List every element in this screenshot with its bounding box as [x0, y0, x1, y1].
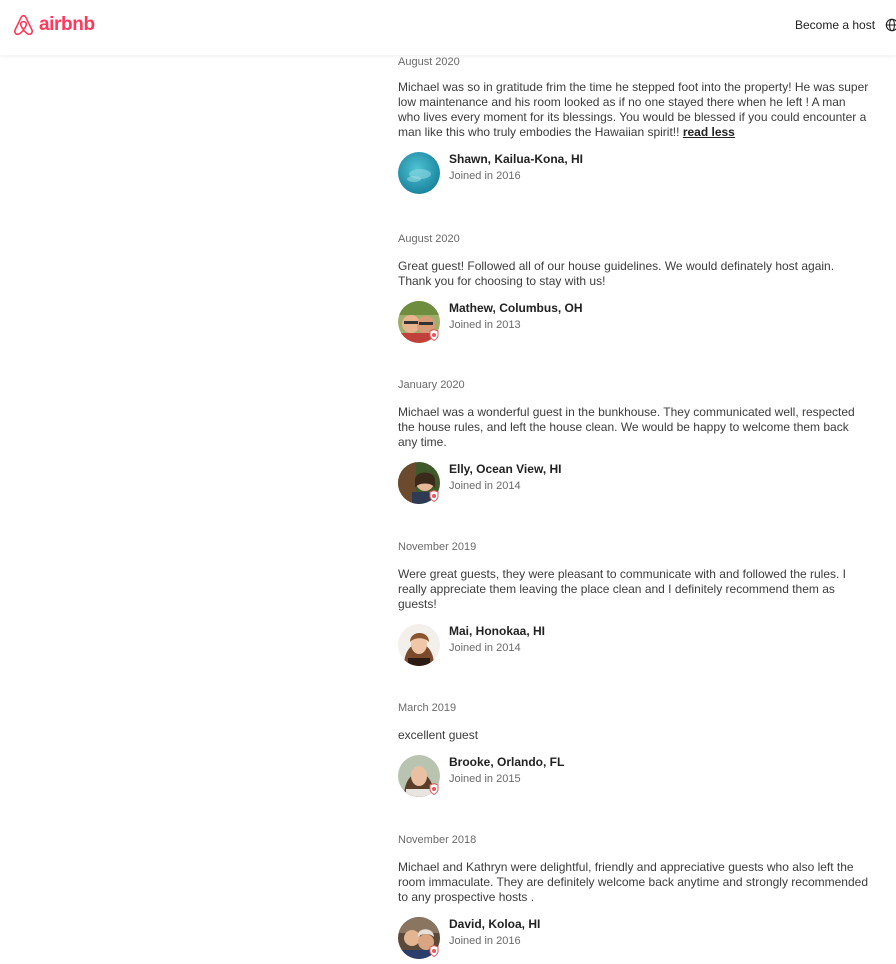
review-date: January 2020: [398, 379, 465, 391]
review-text: Michael and Kathryn were delightful, fri…: [398, 860, 868, 904]
review-date: August 2020: [398, 233, 460, 245]
review-text: Great guest! Followed all of our house g…: [398, 259, 835, 288]
review-text: Michael was a wonderful guest in the bun…: [398, 405, 855, 449]
joined-date: Joined in 2016: [449, 935, 521, 947]
globe-icon[interactable]: [885, 18, 896, 32]
reviewer: David, Koloa, HI Joined in 2016: [398, 917, 878, 961]
review-item: August 2020 Great guest! Followed all of…: [398, 233, 878, 345]
airbnb-logo-icon: [14, 14, 33, 36]
reviewer: Mathew, Columbus, OH Joined in 2013: [398, 301, 878, 345]
reviewer-name[interactable]: Brooke, Orlando, FL: [449, 755, 564, 769]
avatar[interactable]: [398, 624, 440, 666]
reviewer-name[interactable]: Mai, Honokaa, HI: [449, 624, 545, 638]
read-less-link[interactable]: read less: [683, 125, 735, 139]
review-item: November 2019 Were great guests, they we…: [398, 541, 878, 668]
review-item: January 2020 Michael was a wonderful gue…: [398, 379, 878, 506]
reviewer: Elly, Ocean View, HI Joined in 2014: [398, 462, 878, 506]
review-date: November 2019: [398, 541, 477, 553]
avatar[interactable]: [398, 152, 440, 194]
review-item: November 2018 Michael and Kathryn were d…: [398, 834, 878, 961]
review-date: November 2018: [398, 834, 477, 846]
superhost-badge-icon: [429, 945, 439, 957]
reviewer-name[interactable]: Mathew, Columbus, OH: [449, 301, 583, 315]
review-date: August 2020: [398, 56, 460, 68]
airbnb-logo[interactable]: airbnb: [12, 12, 95, 38]
top-header: airbnb Become a host: [0, 0, 896, 55]
joined-date: Joined in 2014: [449, 480, 521, 492]
superhost-badge-icon: [429, 783, 439, 795]
joined-date: Joined in 2016: [449, 170, 521, 182]
reviewer-name[interactable]: Shawn, Kailua-Kona, HI: [449, 152, 583, 166]
review-text: Michael was so in gratitude frim the tim…: [398, 80, 869, 139]
joined-date: Joined in 2014: [449, 642, 521, 654]
become-host-link[interactable]: Become a host: [795, 18, 875, 32]
review-text: excellent guest: [398, 728, 479, 742]
reviewer: Mai, Honokaa, HI Joined in 2014: [398, 624, 878, 668]
superhost-badge-icon: [429, 329, 439, 341]
reviewer: Brooke, Orlando, FL Joined in 2015: [398, 755, 878, 799]
joined-date: Joined in 2015: [449, 773, 521, 785]
logo-text: airbnb: [39, 14, 95, 35]
reviewer: Shawn, Kailua-Kona, HI Joined in 2016: [398, 152, 878, 196]
review-date: March 2019: [398, 702, 457, 714]
review-item: March 2019 excellent guest Brooke, Orlan…: [398, 702, 878, 799]
reviewer-name[interactable]: Elly, Ocean View, HI: [449, 462, 562, 476]
joined-date: Joined in 2013: [449, 319, 521, 331]
review-text: Were great guests, they were pleasant to…: [398, 567, 847, 611]
reviewer-name[interactable]: David, Koloa, HI: [449, 917, 540, 931]
superhost-badge-icon: [429, 490, 439, 502]
review-item: August 2020 Michael was so in gratitude …: [398, 56, 878, 196]
